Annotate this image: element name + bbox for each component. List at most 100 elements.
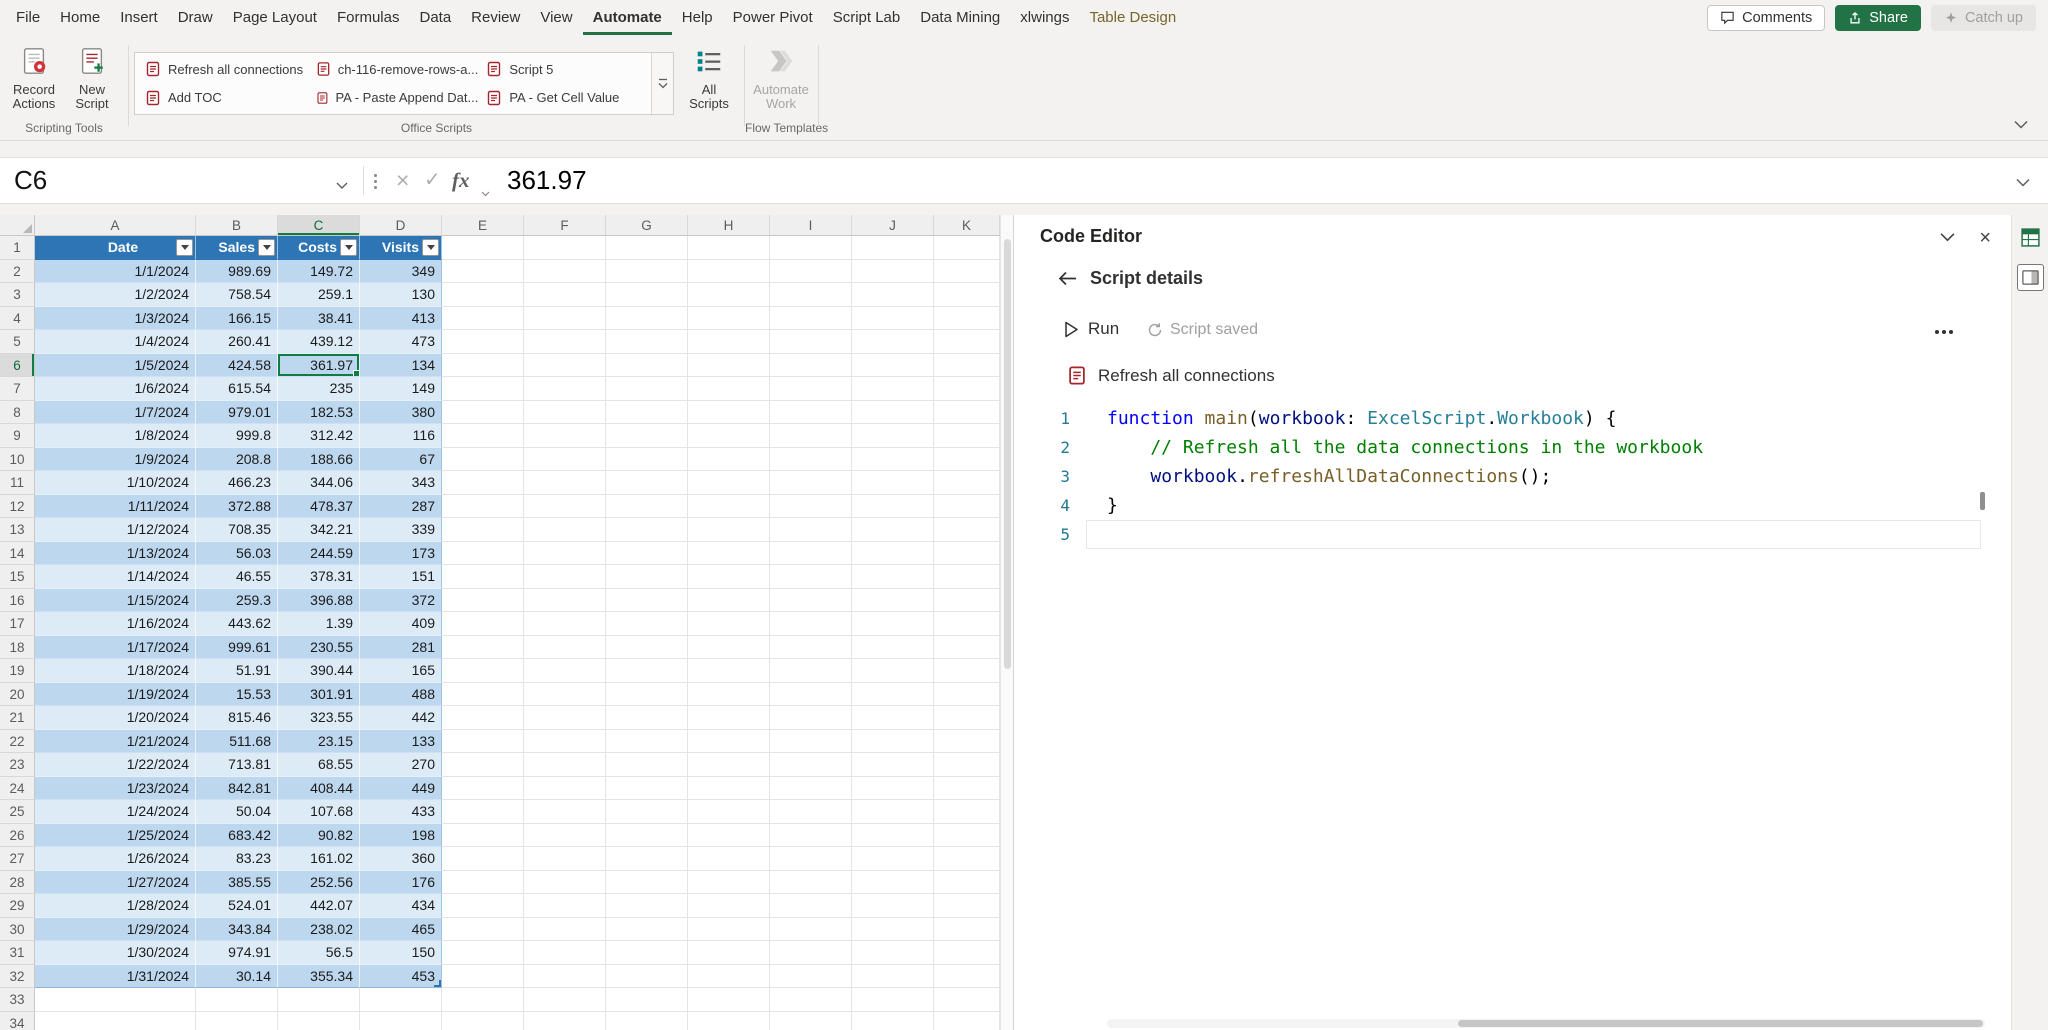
cell-C6[interactable]: 361.97	[278, 354, 360, 378]
row-header-29[interactable]: 29	[0, 894, 35, 918]
cell-I24[interactable]	[770, 777, 852, 801]
cell-K32[interactable]	[934, 965, 1000, 989]
cell-F34[interactable]	[524, 1012, 606, 1030]
cell-H10[interactable]	[688, 448, 770, 472]
cell-A14[interactable]: 1/13/2024	[35, 542, 196, 566]
cell-I33[interactable]	[770, 988, 852, 1012]
cell-G10[interactable]	[606, 448, 688, 472]
cell-J25[interactable]	[852, 800, 934, 824]
cell-A11[interactable]: 1/10/2024	[35, 471, 196, 495]
cell-J17[interactable]	[852, 612, 934, 636]
cell-K3[interactable]	[934, 283, 1000, 307]
cell-E10[interactable]	[442, 448, 524, 472]
cell-H17[interactable]	[688, 612, 770, 636]
comments-button[interactable]: Comments	[1707, 5, 1825, 31]
cell-D1[interactable]: Visits	[360, 236, 442, 260]
insert-function-button[interactable]: fx	[452, 158, 470, 203]
cell-D15[interactable]: 151	[360, 565, 442, 589]
row-header-17[interactable]: 17	[0, 612, 35, 636]
cell-D9[interactable]: 116	[360, 424, 442, 448]
cell-I13[interactable]	[770, 518, 852, 542]
row-header-1[interactable]: 1	[0, 236, 35, 260]
cell-D34[interactable]	[360, 1012, 442, 1030]
gallery-more-button[interactable]	[651, 53, 673, 114]
menu-tab-power-pivot[interactable]: Power Pivot	[723, 0, 823, 35]
cell-B3[interactable]: 758.54	[196, 283, 278, 307]
col-header-K[interactable]: K	[934, 215, 1000, 236]
cell-C1[interactable]: Costs	[278, 236, 360, 260]
office-script-pa-paste-append-dat[interactable]: PA - Paste Append Dat...	[308, 84, 479, 113]
cell-D22[interactable]: 133	[360, 730, 442, 754]
cell-J6[interactable]	[852, 354, 934, 378]
cell-B26[interactable]: 683.42	[196, 824, 278, 848]
cell-D28[interactable]: 176	[360, 871, 442, 895]
cell-J28[interactable]	[852, 871, 934, 895]
cell-C22[interactable]: 23.15	[278, 730, 360, 754]
cell-I10[interactable]	[770, 448, 852, 472]
row-header-9[interactable]: 9	[0, 424, 35, 448]
cell-E32[interactable]	[442, 965, 524, 989]
cell-H28[interactable]	[688, 871, 770, 895]
cell-E6[interactable]	[442, 354, 524, 378]
row-header-21[interactable]: 21	[0, 706, 35, 730]
row-header-24[interactable]: 24	[0, 777, 35, 801]
cell-J9[interactable]	[852, 424, 934, 448]
cell-E22[interactable]	[442, 730, 524, 754]
cell-B16[interactable]: 259.3	[196, 589, 278, 613]
cell-C18[interactable]: 230.55	[278, 636, 360, 660]
cell-G27[interactable]	[606, 847, 688, 871]
cell-D10[interactable]: 67	[360, 448, 442, 472]
cell-G25[interactable]	[606, 800, 688, 824]
scrollbar-thumb[interactable]	[1004, 239, 1011, 669]
menu-tab-data-mining[interactable]: Data Mining	[910, 0, 1010, 35]
cell-F12[interactable]	[524, 495, 606, 519]
cell-H22[interactable]	[688, 730, 770, 754]
cell-G15[interactable]	[606, 565, 688, 589]
cell-G33[interactable]	[606, 988, 688, 1012]
cell-B30[interactable]: 343.84	[196, 918, 278, 942]
cell-H19[interactable]	[688, 659, 770, 683]
cell-I11[interactable]	[770, 471, 852, 495]
filter-button-sales[interactable]	[258, 239, 275, 256]
fill-handle[interactable]	[353, 370, 360, 377]
cell-E26[interactable]	[442, 824, 524, 848]
table-resize-handle[interactable]	[434, 980, 441, 987]
cell-D23[interactable]: 270	[360, 753, 442, 777]
row-header-10[interactable]: 10	[0, 448, 35, 472]
cell-F9[interactable]	[524, 424, 606, 448]
cell-F14[interactable]	[524, 542, 606, 566]
cell-K21[interactable]	[934, 706, 1000, 730]
cell-B17[interactable]: 443.62	[196, 612, 278, 636]
cell-B19[interactable]: 51.91	[196, 659, 278, 683]
col-header-C[interactable]: C	[278, 215, 360, 236]
col-header-F[interactable]: F	[524, 215, 606, 236]
cell-H11[interactable]	[688, 471, 770, 495]
row-header-27[interactable]: 27	[0, 847, 35, 871]
cell-K16[interactable]	[934, 589, 1000, 613]
cell-F24[interactable]	[524, 777, 606, 801]
cell-G11[interactable]	[606, 471, 688, 495]
cell-F27[interactable]	[524, 847, 606, 871]
row-header-16[interactable]: 16	[0, 589, 35, 613]
row-header-8[interactable]: 8	[0, 401, 35, 425]
cell-B11[interactable]: 466.23	[196, 471, 278, 495]
row-header-18[interactable]: 18	[0, 636, 35, 660]
cell-I12[interactable]	[770, 495, 852, 519]
cell-K4[interactable]	[934, 307, 1000, 331]
cell-B13[interactable]: 708.35	[196, 518, 278, 542]
cell-K20[interactable]	[934, 683, 1000, 707]
cell-A7[interactable]: 1/6/2024	[35, 377, 196, 401]
cell-J34[interactable]	[852, 1012, 934, 1030]
cell-E19[interactable]	[442, 659, 524, 683]
cell-E24[interactable]	[442, 777, 524, 801]
cell-A4[interactable]: 1/3/2024	[35, 307, 196, 331]
cell-D21[interactable]: 442	[360, 706, 442, 730]
cell-I4[interactable]	[770, 307, 852, 331]
cell-A23[interactable]: 1/22/2024	[35, 753, 196, 777]
select-all-button[interactable]	[0, 215, 35, 236]
cell-J24[interactable]	[852, 777, 934, 801]
row-header-3[interactable]: 3	[0, 283, 35, 307]
cell-B18[interactable]: 999.61	[196, 636, 278, 660]
cell-E11[interactable]	[442, 471, 524, 495]
cell-J7[interactable]	[852, 377, 934, 401]
